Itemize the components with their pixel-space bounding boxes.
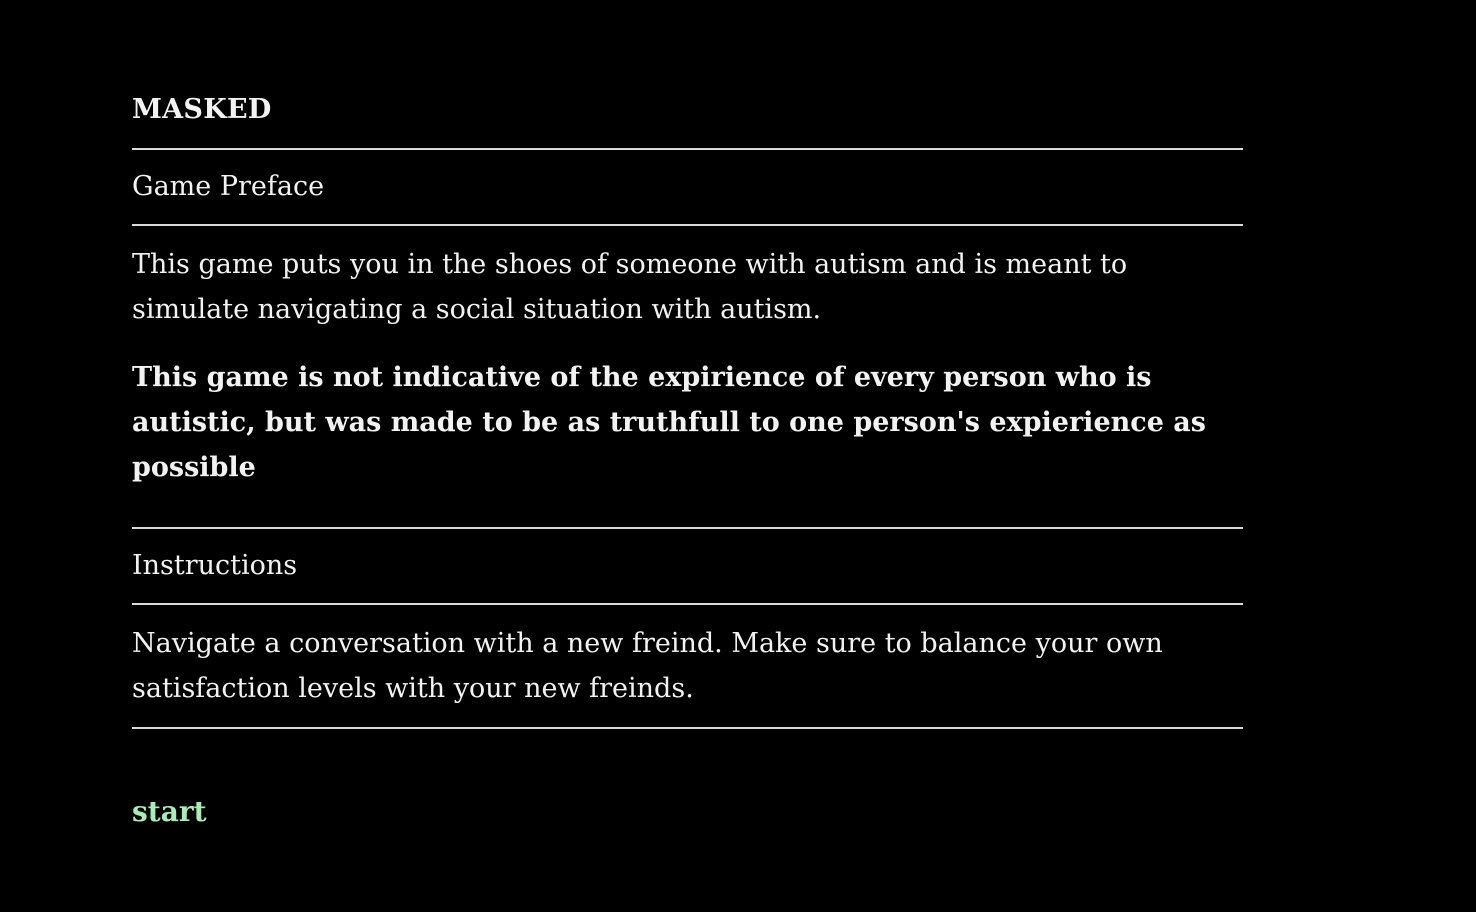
game-intro-panel: MASKED Game Preface This game puts you i… xyxy=(132,90,1243,729)
instructions-heading: Instructions xyxy=(132,550,298,581)
divider xyxy=(132,148,1243,150)
divider xyxy=(132,727,1243,729)
instructions-body: Navigate a conversation with a new frein… xyxy=(132,628,1163,704)
divider xyxy=(132,224,1243,226)
game-title: MASKED xyxy=(132,94,272,125)
preface-heading: Game Preface xyxy=(132,171,325,202)
preface-disclaimer: This game is not indicative of the expir… xyxy=(132,362,1206,483)
divider xyxy=(132,603,1243,605)
game-page: MASKED Game Preface This game puts you i… xyxy=(0,0,1476,912)
start-link[interactable]: start xyxy=(132,792,207,832)
divider xyxy=(132,527,1243,529)
preface-description: This game puts you in the shoes of someo… xyxy=(132,249,1128,325)
